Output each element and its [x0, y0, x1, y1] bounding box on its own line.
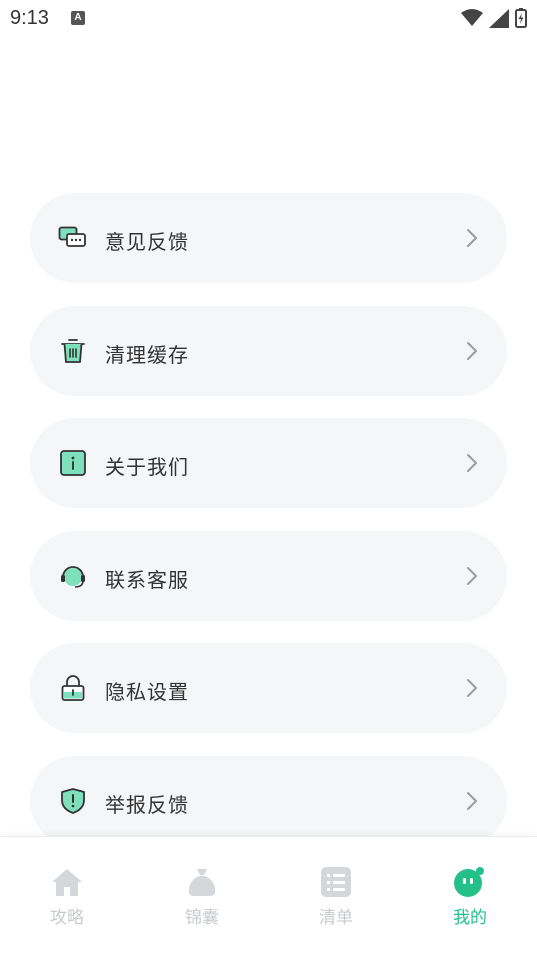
menu-item-report[interactable]: 举报反馈: [30, 755, 507, 846]
nav-item-mine[interactable]: 我的: [420, 865, 520, 935]
menu-label: 举报反馈: [105, 792, 189, 817]
bag-icon: [185, 865, 219, 899]
menu-item-feedback[interactable]: 意见反馈: [30, 193, 507, 283]
nav-item-guides[interactable]: 攻略: [17, 865, 117, 935]
notification-a-icon: A: [71, 11, 85, 25]
status-indicators: [461, 8, 527, 28]
headset-icon: [58, 562, 88, 590]
status-time: 9:13: [10, 7, 49, 29]
menu-item-clear-cache[interactable]: 清理缓存: [30, 305, 507, 396]
shield-alert-icon: [58, 787, 88, 815]
trash-icon: [58, 337, 88, 365]
feedback-chat-icon: [58, 224, 88, 252]
signal-icon: [489, 8, 509, 28]
nav-label: 攻略: [50, 908, 84, 928]
nav-label: 锦囊: [185, 908, 219, 928]
wifi-icon: [461, 9, 483, 26]
profile-face-icon: [453, 865, 487, 899]
menu-item-about-us[interactable]: 关于我们: [30, 418, 507, 508]
battery-icon: [515, 8, 527, 28]
menu-label: 意见反馈: [105, 230, 189, 254]
menu-label: 关于我们: [105, 455, 189, 479]
chevron-right-icon: [467, 566, 477, 585]
chevron-right-icon: [467, 454, 477, 472]
list-icon: [319, 865, 353, 899]
home-icon: [50, 865, 84, 899]
nav-item-checklist[interactable]: 清单: [286, 865, 386, 935]
settings-menu: 意见反馈 清理缓存 关于我们 联系客服 隐私设置 举报反馈: [30, 193, 507, 868]
chevron-right-icon: [467, 229, 477, 247]
lock-icon: [58, 674, 88, 702]
info-icon: [58, 449, 88, 477]
nav-item-tips[interactable]: 锦囊: [152, 865, 252, 935]
nav-label: 我的: [453, 908, 487, 928]
chevron-right-icon: [467, 791, 477, 810]
bottom-navigation: 攻略 锦囊 清单 我的: [0, 836, 537, 956]
status-bar: 9:13 A: [0, 0, 537, 38]
menu-item-privacy-settings[interactable]: 隐私设置: [30, 643, 507, 733]
menu-item-contact-support[interactable]: 联系客服: [30, 530, 507, 621]
menu-label: 隐私设置: [105, 680, 189, 704]
nav-label: 清单: [319, 908, 353, 928]
menu-label: 联系客服: [105, 567, 189, 592]
chevron-right-icon: [467, 679, 477, 697]
chevron-right-icon: [467, 341, 477, 360]
menu-label: 清理缓存: [105, 342, 189, 367]
